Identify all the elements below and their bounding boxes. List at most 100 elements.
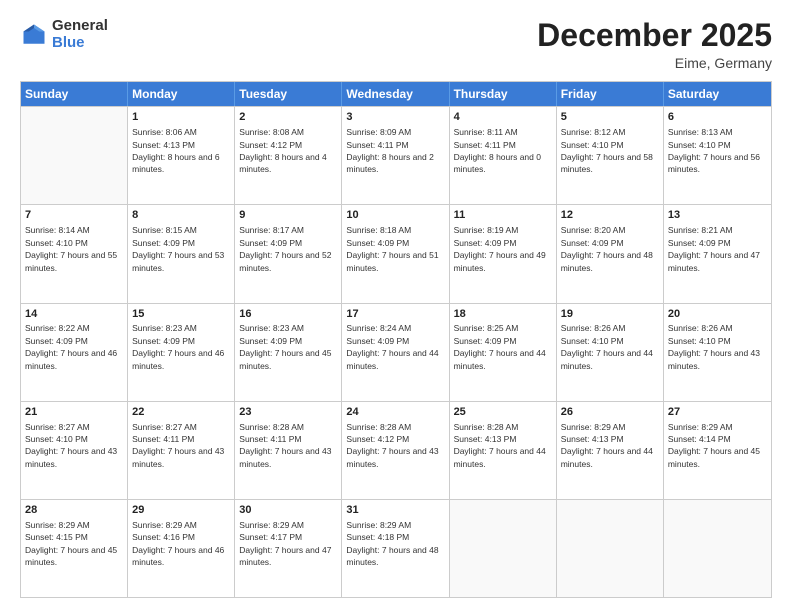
logo-text: General Blue [52, 18, 108, 51]
cal-cell-25: 25 Sunrise: 8:28 AMSunset: 4:13 PMDayligh… [450, 402, 557, 499]
title-area: December 2025 Eime, Germany [537, 18, 772, 71]
cell-info: Sunrise: 8:20 AMSunset: 4:09 PMDaylight:… [561, 225, 653, 272]
cell-info: Sunrise: 8:29 AMSunset: 4:17 PMDaylight:… [239, 520, 331, 567]
cell-info: Sunrise: 8:28 AMSunset: 4:12 PMDaylight:… [346, 422, 438, 469]
calendar: SundayMondayTuesdayWednesdayThursdayFrid… [20, 81, 772, 598]
cell-info: Sunrise: 8:08 AMSunset: 4:12 PMDaylight:… [239, 127, 326, 174]
header-day-tuesday: Tuesday [235, 82, 342, 106]
cell-info: Sunrise: 8:15 AMSunset: 4:09 PMDaylight:… [132, 225, 224, 272]
calendar-row-3: 21Sunrise: 8:27 AMSunset: 4:10 PMDayligh… [21, 401, 771, 499]
logo: General Blue [20, 18, 108, 51]
calendar-row-1: 7 Sunrise: 8:14 AMSunset: 4:10 PMDaylight… [21, 204, 771, 302]
day-number: 23 [239, 405, 337, 420]
cell-info: Sunrise: 8:29 AMSunset: 4:14 PMDaylight:… [668, 422, 760, 469]
day-number: 28 [25, 503, 123, 518]
calendar-row-4: 28 Sunrise: 8:29 AMSunset: 4:15 PMDayligh… [21, 499, 771, 597]
cal-cell-17: 17Sunrise: 8:24 AMSunset: 4:09 PMDayligh… [342, 304, 449, 401]
day-number: 9 [239, 208, 337, 223]
cell-info: Sunrise: 8:12 AMSunset: 4:10 PMDaylight:… [561, 127, 653, 174]
cell-info: Sunrise: 8:29 AMSunset: 4:18 PMDaylight:… [346, 520, 438, 567]
cal-cell-18: 18Sunrise: 8:25 AMSunset: 4:09 PMDayligh… [450, 304, 557, 401]
cal-cell-15: 15Sunrise: 8:23 AMSunset: 4:09 PMDayligh… [128, 304, 235, 401]
day-number: 17 [346, 307, 444, 322]
cal-cell-28: 28 Sunrise: 8:29 AMSunset: 4:15 PMDayligh… [21, 500, 128, 597]
cal-cell-14: 14Sunrise: 8:22 AMSunset: 4:09 PMDayligh… [21, 304, 128, 401]
day-number: 30 [239, 503, 337, 518]
cal-cell-3: 3 Sunrise: 8:09 AMSunset: 4:11 PMDaylight… [342, 107, 449, 204]
cell-info: Sunrise: 8:17 AMSunset: 4:09 PMDaylight:… [239, 225, 331, 272]
cell-info: Sunrise: 8:29 AMSunset: 4:13 PMDaylight:… [561, 422, 653, 469]
day-number: 16 [239, 307, 337, 322]
logo-general: General [52, 18, 108, 35]
cal-cell-27: 27 Sunrise: 8:29 AMSunset: 4:14 PMDayligh… [664, 402, 771, 499]
cell-info: Sunrise: 8:14 AMSunset: 4:10 PMDaylight:… [25, 225, 117, 272]
cal-cell-20: 20Sunrise: 8:26 AMSunset: 4:10 PMDayligh… [664, 304, 771, 401]
header-day-sunday: Sunday [21, 82, 128, 106]
day-number: 15 [132, 307, 230, 322]
location: Eime, Germany [537, 55, 772, 71]
cal-cell-empty [664, 500, 771, 597]
day-number: 11 [454, 208, 552, 223]
cal-cell-empty [450, 500, 557, 597]
day-number: 7 [25, 208, 123, 223]
day-number: 10 [346, 208, 444, 223]
header-day-wednesday: Wednesday [342, 82, 449, 106]
day-number: 5 [561, 110, 659, 125]
day-number: 26 [561, 405, 659, 420]
cal-cell-9: 9 Sunrise: 8:17 AMSunset: 4:09 PMDaylight… [235, 205, 342, 302]
cal-cell-12: 12Sunrise: 8:20 AMSunset: 4:09 PMDayligh… [557, 205, 664, 302]
cal-cell-16: 16Sunrise: 8:23 AMSunset: 4:09 PMDayligh… [235, 304, 342, 401]
cell-info: Sunrise: 8:23 AMSunset: 4:09 PMDaylight:… [239, 323, 331, 370]
header-day-friday: Friday [557, 82, 664, 106]
cal-cell-11: 11 Sunrise: 8:19 AMSunset: 4:09 PMDayligh… [450, 205, 557, 302]
cal-cell-10: 10 Sunrise: 8:18 AMSunset: 4:09 PMDayligh… [342, 205, 449, 302]
calendar-row-0: 1Sunrise: 8:06 AMSunset: 4:13 PMDaylight… [21, 106, 771, 204]
cal-cell-23: 23Sunrise: 8:28 AMSunset: 4:11 PMDayligh… [235, 402, 342, 499]
cal-cell-31: 31Sunrise: 8:29 AMSunset: 4:18 PMDayligh… [342, 500, 449, 597]
day-number: 25 [454, 405, 552, 420]
cell-info: Sunrise: 8:22 AMSunset: 4:09 PMDaylight:… [25, 323, 117, 370]
cell-info: Sunrise: 8:29 AMSunset: 4:15 PMDaylight:… [25, 520, 117, 567]
cell-info: Sunrise: 8:26 AMSunset: 4:10 PMDaylight:… [561, 323, 653, 370]
header-day-thursday: Thursday [450, 82, 557, 106]
cal-cell-22: 22 Sunrise: 8:27 AMSunset: 4:11 PMDayligh… [128, 402, 235, 499]
cell-info: Sunrise: 8:28 AMSunset: 4:13 PMDaylight:… [454, 422, 546, 469]
cal-cell-21: 21Sunrise: 8:27 AMSunset: 4:10 PMDayligh… [21, 402, 128, 499]
cal-cell-7: 7 Sunrise: 8:14 AMSunset: 4:10 PMDaylight… [21, 205, 128, 302]
day-number: 6 [668, 110, 767, 125]
day-number: 14 [25, 307, 123, 322]
header: General Blue December 2025 Eime, Germany [20, 18, 772, 71]
day-number: 2 [239, 110, 337, 125]
month-title: December 2025 [537, 18, 772, 53]
cal-cell-empty [21, 107, 128, 204]
day-number: 22 [132, 405, 230, 420]
day-number: 18 [454, 307, 552, 322]
logo-blue: Blue [52, 35, 108, 52]
cell-info: Sunrise: 8:19 AMSunset: 4:09 PMDaylight:… [454, 225, 546, 272]
cal-cell-6: 6 Sunrise: 8:13 AMSunset: 4:10 PMDaylight… [664, 107, 771, 204]
header-day-monday: Monday [128, 82, 235, 106]
cal-cell-26: 26 Sunrise: 8:29 AMSunset: 4:13 PMDayligh… [557, 402, 664, 499]
cell-info: Sunrise: 8:27 AMSunset: 4:11 PMDaylight:… [132, 422, 224, 469]
cell-info: Sunrise: 8:11 AMSunset: 4:11 PMDaylight:… [454, 127, 541, 174]
cal-cell-19: 19Sunrise: 8:26 AMSunset: 4:10 PMDayligh… [557, 304, 664, 401]
cal-cell-24: 24 Sunrise: 8:28 AMSunset: 4:12 PMDayligh… [342, 402, 449, 499]
day-number: 21 [25, 405, 123, 420]
page: General Blue December 2025 Eime, Germany… [0, 0, 792, 612]
logo-icon [20, 21, 48, 49]
day-number: 1 [132, 110, 230, 125]
header-day-saturday: Saturday [664, 82, 771, 106]
cell-info: Sunrise: 8:25 AMSunset: 4:09 PMDaylight:… [454, 323, 546, 370]
day-number: 27 [668, 405, 767, 420]
cell-info: Sunrise: 8:18 AMSunset: 4:09 PMDaylight:… [346, 225, 438, 272]
calendar-row-2: 14Sunrise: 8:22 AMSunset: 4:09 PMDayligh… [21, 303, 771, 401]
cell-info: Sunrise: 8:09 AMSunset: 4:11 PMDaylight:… [346, 127, 433, 174]
day-number: 8 [132, 208, 230, 223]
day-number: 3 [346, 110, 444, 125]
cal-cell-4: 4Sunrise: 8:11 AMSunset: 4:11 PMDaylight… [450, 107, 557, 204]
cell-info: Sunrise: 8:26 AMSunset: 4:10 PMDaylight:… [668, 323, 760, 370]
cal-cell-1: 1Sunrise: 8:06 AMSunset: 4:13 PMDaylight… [128, 107, 235, 204]
cell-info: Sunrise: 8:13 AMSunset: 4:10 PMDaylight:… [668, 127, 760, 174]
calendar-body: 1Sunrise: 8:06 AMSunset: 4:13 PMDaylight… [21, 106, 771, 597]
day-number: 24 [346, 405, 444, 420]
